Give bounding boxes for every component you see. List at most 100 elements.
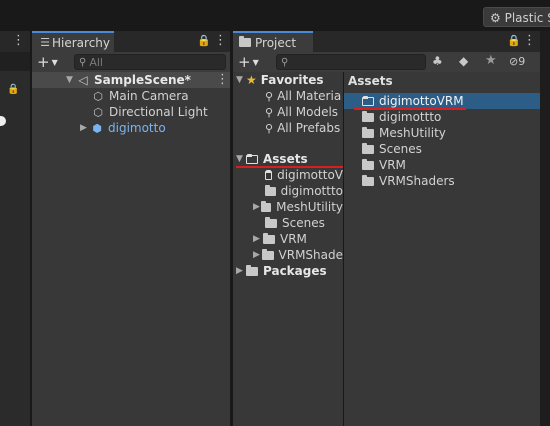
- hierarchy-item[interactable]: ⬡ Main Camera: [91, 88, 189, 104]
- content-item[interactable]: VRM: [362, 157, 406, 173]
- search-icon: ⚲: [79, 56, 87, 68]
- tree-folder[interactable]: ▶ VRMShade: [253, 247, 343, 263]
- hierarchy-search-input[interactable]: ⚲ All: [74, 54, 226, 70]
- folder-icon: [362, 95, 374, 106]
- search-icon: ⚲: [265, 105, 274, 119]
- hierarchy-item-prefab[interactable]: ▶ ⬢ digimotto: [80, 120, 166, 136]
- filter-by-type-icon[interactable]: ♣: [432, 54, 443, 68]
- hierarchy-lock-icon[interactable]: 🔒: [197, 34, 211, 47]
- prefab-cube-icon: ⬢: [92, 121, 102, 135]
- folder-icon: [265, 216, 277, 228]
- folder-icon: [262, 248, 274, 260]
- scene-menu-icon[interactable]: ⋮: [12, 33, 25, 48]
- favorite-item[interactable]: ⚲ All Materia: [265, 88, 343, 104]
- expand-arrow-icon[interactable]: ▶: [253, 250, 262, 260]
- hierarchy-icon: ☰: [40, 36, 50, 49]
- project-add-button[interactable]: + ▼: [238, 52, 259, 72]
- scene-row[interactable]: ▼ ◁ SampleScene*: [66, 72, 191, 88]
- project-lock-icon[interactable]: 🔒: [507, 34, 521, 47]
- hierarchy-item-label: Main Camera: [109, 89, 189, 103]
- content-item-selected[interactable]: digimottoVRM: [362, 93, 464, 109]
- hierarchy-menu-icon[interactable]: ⋮: [214, 33, 227, 48]
- tree-folder-label: Scenes: [282, 216, 325, 230]
- hidden-count: 9: [518, 54, 526, 68]
- tree-folder[interactable]: digimottoV: [265, 167, 343, 183]
- content-item-label: digimottoVRM: [379, 94, 464, 108]
- assets-tree-row[interactable]: ▼ Assets: [236, 151, 308, 167]
- lock-icon[interactable]: 🔒: [7, 84, 19, 95]
- tree-folder[interactable]: Scenes: [265, 215, 343, 231]
- search-icon: ⚲: [265, 121, 274, 135]
- scene-search-field[interactable]: [0, 52, 30, 71]
- expand-arrow-icon[interactable]: ▶: [253, 202, 261, 212]
- filter-by-label-icon[interactable]: ◆: [459, 54, 468, 68]
- favorite-label: All Prefabs: [277, 121, 341, 135]
- packages-tree-label: Packages: [263, 264, 327, 278]
- content-item-label: Scenes: [379, 142, 422, 156]
- tree-folder-label: VRM: [280, 232, 307, 246]
- tree-folder[interactable]: ▶ MeshUtility: [253, 199, 343, 215]
- expand-arrow-icon: ▼: [66, 75, 73, 85]
- content-item-label: VRM: [379, 158, 406, 172]
- chevron-down-icon: ▼: [252, 57, 259, 67]
- packages-tree-row[interactable]: ▶ Packages: [236, 263, 327, 279]
- folder-icon: [239, 36, 251, 47]
- expand-arrow-icon[interactable]: ▶: [80, 123, 90, 133]
- scene-tabbar: ⋮: [0, 31, 30, 52]
- expand-arrow-icon: ▼: [236, 75, 243, 85]
- tree-folder[interactable]: digimottto: [265, 183, 343, 199]
- favorites-star-icon: ★: [246, 73, 257, 87]
- folder-icon: [362, 126, 374, 138]
- expand-arrow-icon[interactable]: ▶: [253, 234, 263, 244]
- content-item-label: digimottto: [379, 110, 442, 124]
- scene-menu-icon[interactable]: ⋮: [216, 72, 229, 87]
- favorites-row[interactable]: ▼ ★ Favorites: [236, 72, 323, 88]
- tree-folder-label: MeshUtility: [276, 200, 343, 214]
- content-item-label: MeshUtility: [379, 126, 446, 140]
- folder-icon: [265, 184, 276, 196]
- gameobject-cube-icon: ⬡: [93, 89, 103, 103]
- tree-folder-label: digimottoV: [277, 168, 343, 182]
- project-tab-label: Project: [255, 35, 297, 50]
- tab-hierarchy[interactable]: ☰ Hierarchy: [32, 31, 114, 52]
- folder-open-icon: [246, 153, 258, 164]
- folder-icon: [362, 110, 374, 122]
- project-menu-icon[interactable]: ⋮: [523, 33, 536, 48]
- project-add-label: +: [238, 53, 251, 71]
- content-item[interactable]: MeshUtility: [362, 125, 446, 141]
- eye-slash-icon: ⊘: [509, 54, 519, 68]
- folder-icon: [246, 264, 258, 276]
- favorite-star-icon[interactable]: ★: [485, 53, 497, 68]
- folder-icon: [261, 200, 272, 212]
- favorite-item[interactable]: ⚲ All Prefabs: [265, 120, 343, 136]
- favorite-item[interactable]: ⚲ All Models: [265, 104, 343, 120]
- tree-folder-label: VRMShade: [278, 248, 343, 262]
- favorites-label: Favorites: [260, 73, 324, 87]
- gameobject-cube-icon: ⬡: [93, 105, 103, 119]
- expand-arrow-icon[interactable]: ▶: [236, 266, 246, 276]
- folder-icon: [362, 158, 374, 170]
- hierarchy-tab-label: Hierarchy: [52, 35, 111, 50]
- tab-project[interactable]: Project: [233, 31, 313, 52]
- search-icon: ⚲: [265, 89, 274, 103]
- folder-icon: [265, 169, 273, 180]
- folder-icon: [362, 142, 374, 154]
- folder-icon: [263, 232, 275, 244]
- scene-name: SampleScene*: [94, 73, 191, 87]
- hierarchy-item[interactable]: ⬡ Directional Light: [91, 104, 207, 120]
- hierarchy-item-label: digimotto: [108, 121, 166, 135]
- hierarchy-search-placeholder: All: [89, 55, 103, 69]
- hidden-packages-toggle[interactable]: ⊘ 9: [509, 53, 525, 69]
- search-icon: ⚲: [281, 56, 289, 68]
- content-breadcrumb[interactable]: Assets: [348, 74, 393, 88]
- content-item[interactable]: Scenes: [362, 141, 422, 157]
- content-item[interactable]: digimottto: [362, 109, 441, 125]
- tree-folder[interactable]: ▶ VRM: [253, 231, 343, 247]
- plastic-scm-button[interactable]: ⚙ Plastic S: [483, 7, 550, 27]
- assets-tree-label: Assets: [263, 152, 308, 166]
- favorite-label: All Materia: [277, 89, 342, 103]
- content-item-label: VRMShaders: [379, 174, 455, 188]
- project-search-input[interactable]: ⚲: [276, 54, 426, 70]
- content-item[interactable]: VRMShaders: [362, 173, 455, 189]
- hierarchy-add-button[interactable]: + ▼: [37, 52, 58, 72]
